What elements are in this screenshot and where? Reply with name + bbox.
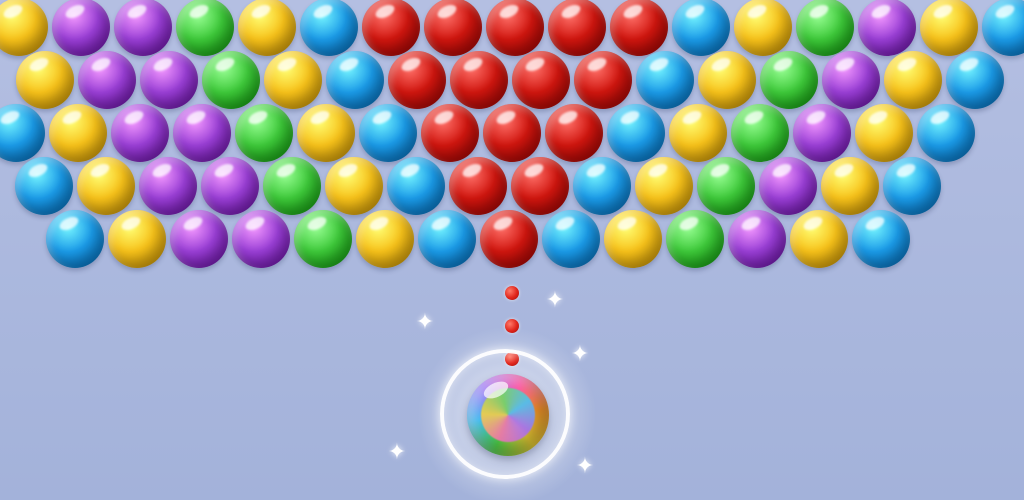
bubble-purple[interactable]	[114, 0, 172, 56]
bubble-blue[interactable]	[917, 104, 975, 162]
bubble-blue[interactable]	[982, 0, 1024, 56]
bubble-green[interactable]	[202, 51, 260, 109]
bubble-green[interactable]	[666, 210, 724, 268]
bubble-purple[interactable]	[858, 0, 916, 56]
bubble-blue[interactable]	[300, 0, 358, 56]
game-canvas[interactable]: ✦ ✦ ✦ ✦ ✦	[0, 0, 1024, 500]
bubble-red[interactable]	[362, 0, 420, 56]
bubble-green[interactable]	[760, 51, 818, 109]
bubble-green[interactable]	[294, 210, 352, 268]
bubble-purple[interactable]	[822, 51, 880, 109]
bubble-blue[interactable]	[387, 157, 445, 215]
bubble-purple[interactable]	[793, 104, 851, 162]
bubble-blue[interactable]	[326, 51, 384, 109]
bubble-blue[interactable]	[672, 0, 730, 56]
bubble-blue[interactable]	[15, 157, 73, 215]
bubble-yellow[interactable]	[604, 210, 662, 268]
bubble-yellow[interactable]	[698, 51, 756, 109]
bubble-purple[interactable]	[728, 210, 786, 268]
bubble-yellow[interactable]	[356, 210, 414, 268]
bubble-purple[interactable]	[170, 210, 228, 268]
shooter-rainbow-ball[interactable]	[467, 374, 549, 456]
bubble-green[interactable]	[263, 157, 321, 215]
bubble-yellow[interactable]	[264, 51, 322, 109]
bubble-yellow[interactable]	[635, 157, 693, 215]
bubble-red[interactable]	[480, 210, 538, 268]
bubble-yellow[interactable]	[297, 104, 355, 162]
bubble-red[interactable]	[449, 157, 507, 215]
bubble-yellow[interactable]	[108, 210, 166, 268]
bubble-green[interactable]	[235, 104, 293, 162]
bubble-red[interactable]	[511, 157, 569, 215]
bubble-yellow[interactable]	[734, 0, 792, 56]
bubble-blue[interactable]	[542, 210, 600, 268]
bubble-green[interactable]	[796, 0, 854, 56]
bubble-blue[interactable]	[0, 104, 45, 162]
bubble-blue[interactable]	[359, 104, 417, 162]
bubble-red[interactable]	[483, 104, 541, 162]
bubble-purple[interactable]	[232, 210, 290, 268]
bubble-purple[interactable]	[201, 157, 259, 215]
bubble-blue[interactable]	[46, 210, 104, 268]
bubble-yellow[interactable]	[821, 157, 879, 215]
bubble-yellow[interactable]	[790, 210, 848, 268]
bubble-red[interactable]	[421, 104, 479, 162]
bubble-yellow[interactable]	[855, 104, 913, 162]
bubble-yellow[interactable]	[77, 157, 135, 215]
bubble-purple[interactable]	[111, 104, 169, 162]
bubble-green[interactable]	[731, 104, 789, 162]
bubble-yellow[interactable]	[920, 0, 978, 56]
bubble-yellow[interactable]	[325, 157, 383, 215]
bubble-red[interactable]	[610, 0, 668, 56]
bubble-green[interactable]	[697, 157, 755, 215]
bubble-yellow[interactable]	[49, 104, 107, 162]
bubble-purple[interactable]	[173, 104, 231, 162]
bubble-red[interactable]	[548, 0, 606, 56]
bubble-yellow[interactable]	[884, 51, 942, 109]
bubble-green[interactable]	[176, 0, 234, 56]
bubble-blue[interactable]	[636, 51, 694, 109]
bubble-purple[interactable]	[759, 157, 817, 215]
bubble-red[interactable]	[486, 0, 544, 56]
bubble-red[interactable]	[424, 0, 482, 56]
aim-dot	[505, 319, 519, 333]
bubble-blue[interactable]	[607, 104, 665, 162]
bubble-blue[interactable]	[852, 210, 910, 268]
bubble-yellow[interactable]	[669, 104, 727, 162]
bubble-purple[interactable]	[139, 157, 197, 215]
bubble-purple[interactable]	[78, 51, 136, 109]
bubble-blue[interactable]	[418, 210, 476, 268]
bubble-yellow[interactable]	[0, 0, 48, 56]
bubble-blue[interactable]	[946, 51, 1004, 109]
bubble-blue[interactable]	[573, 157, 631, 215]
bubble-yellow[interactable]	[16, 51, 74, 109]
bubble-yellow[interactable]	[238, 0, 296, 56]
aim-dot	[505, 286, 519, 300]
bubble-red[interactable]	[512, 51, 570, 109]
bubble-red[interactable]	[388, 51, 446, 109]
bubble-blue[interactable]	[883, 157, 941, 215]
bubble-purple[interactable]	[140, 51, 198, 109]
bubble-red[interactable]	[450, 51, 508, 109]
bubble-purple[interactable]	[52, 0, 110, 56]
bubble-red[interactable]	[545, 104, 603, 162]
bubble-red[interactable]	[574, 51, 632, 109]
